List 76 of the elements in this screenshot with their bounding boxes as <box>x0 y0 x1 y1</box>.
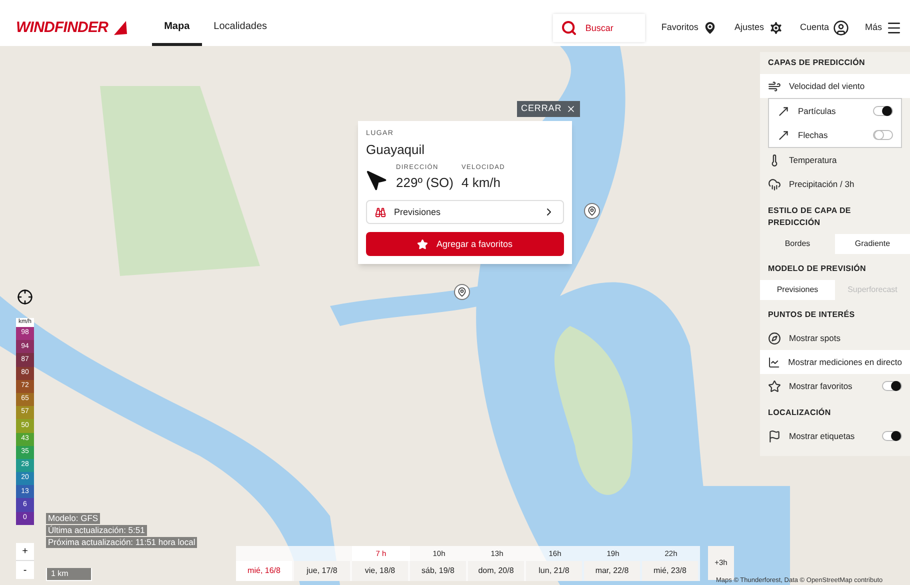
settings-icon <box>768 20 784 36</box>
day-tab[interactable]: mié, 16/8 <box>236 561 292 582</box>
header-action[interactable]: Más <box>864 20 902 36</box>
model-info-text: Modelo: GFS <box>46 513 100 524</box>
toggle-row[interactable]: Mostrar favoritos <box>760 374 910 398</box>
item-label: Mostrar favoritos <box>789 380 854 392</box>
nav-tab[interactable]: Localidades <box>202 10 280 46</box>
toggle-switch[interactable] <box>873 130 893 140</box>
day-tab[interactable]: dom, 20/8 <box>468 561 524 582</box>
section-title: ESTILO DE CAPA DE PREDICCIÓN <box>767 205 852 229</box>
place-name: Guayaquil <box>366 140 426 159</box>
flag-icon <box>768 430 781 442</box>
item-label: Mostrar spots <box>789 332 842 344</box>
wind-icon <box>768 80 781 92</box>
wind-direction-icon <box>366 170 388 192</box>
toggle-switch[interactable] <box>882 431 902 441</box>
forecast-button[interactable]: Previsiones <box>366 200 564 224</box>
arrows-icon <box>777 128 790 142</box>
toggle-switch[interactable] <box>882 381 902 391</box>
item-label: Partículas <box>798 104 837 118</box>
zoom-in-button[interactable]: + <box>16 543 34 561</box>
header-action[interactable]: Favoritos <box>661 20 718 36</box>
rain-cloud-icon <box>768 178 781 190</box>
toggle-switch[interactable] <box>873 106 893 116</box>
add-favorite-button[interactable]: Agregar a favoritos <box>366 232 564 256</box>
star-icon <box>417 238 428 250</box>
search-icon <box>561 20 578 36</box>
layer-item[interactable]: Mostrar mediciones en directo <box>760 350 910 374</box>
toggle-row[interactable]: Flechas <box>769 123 901 147</box>
layer-item[interactable]: Velocidad del viento <box>760 74 910 98</box>
segment-option[interactable]: Previsiones <box>760 280 835 300</box>
section-title: LOCALIZACIÓN <box>767 406 832 419</box>
item-label: Precipitación / 3h <box>789 178 856 190</box>
star-icon <box>768 380 781 392</box>
compass-icon <box>768 332 781 344</box>
day-tab[interactable]: lun, 21/8 <box>526 561 582 582</box>
toggle-row[interactable]: Mostrar etiquetas <box>760 424 910 448</box>
item-label: Temperatura <box>789 154 838 166</box>
user-icon <box>832 20 849 36</box>
model-info-text: Próxima actualización: 11:51 hora local <box>46 537 198 548</box>
item-label: Flechas <box>798 128 829 142</box>
menu-icon <box>886 20 902 36</box>
section-title: CAPAS DE PREDICCIÓN <box>767 56 866 69</box>
logo: WINDFINDER <box>16 18 108 38</box>
layer-item[interactable]: Temperatura <box>760 148 910 172</box>
model-info-text: Última actualización: 5:51 <box>46 525 147 536</box>
search-field[interactable]: Buscar <box>553 14 646 42</box>
header-action[interactable]: Cuenta <box>800 20 849 36</box>
crosshair-icon <box>17 289 33 305</box>
line-chart-icon <box>768 356 780 368</box>
day-tab[interactable]: mié, 23/8 <box>642 561 698 582</box>
section-title: MODELO DE PREVISIÓN <box>767 262 868 275</box>
day-tab[interactable]: vie, 18/8 <box>352 561 408 582</box>
item-label: Mostrar mediciones en directo <box>788 356 902 368</box>
segment-option[interactable]: Gradiente <box>835 234 910 254</box>
day-tab[interactable]: sáb, 19/8 <box>410 561 466 582</box>
day-tab[interactable]: jue, 17/8 <box>294 561 350 582</box>
header-action[interactable]: Ajustes <box>734 20 784 36</box>
day-tab[interactable]: mar, 22/8 <box>584 561 640 582</box>
sail-logo-icon <box>112 20 128 36</box>
direction-value: 229º (SO) <box>396 174 454 192</box>
speed-value: 4 km/h <box>462 174 502 192</box>
layer-item[interactable]: Precipitación / 3h <box>760 172 910 196</box>
close-button[interactable]: CERRAR <box>517 101 580 116</box>
close-icon <box>566 104 576 114</box>
zoom-out-button[interactable]: - <box>16 561 34 579</box>
diagonal-lines-icon <box>777 104 790 118</box>
item-label: Velocidad del viento <box>789 80 866 92</box>
binoculars-icon <box>375 206 386 218</box>
item-label: Mostrar etiquetas <box>789 430 856 442</box>
toggle-row[interactable]: Partículas <box>769 99 901 123</box>
section-title: PUNTOS DE INTERÉS <box>767 308 856 321</box>
scale-bar: 1 km <box>46 568 92 581</box>
locate-button[interactable] <box>17 289 33 305</box>
segment-option[interactable]: Bordes <box>760 234 835 254</box>
layer-item[interactable]: Mostrar spots <box>760 326 910 350</box>
